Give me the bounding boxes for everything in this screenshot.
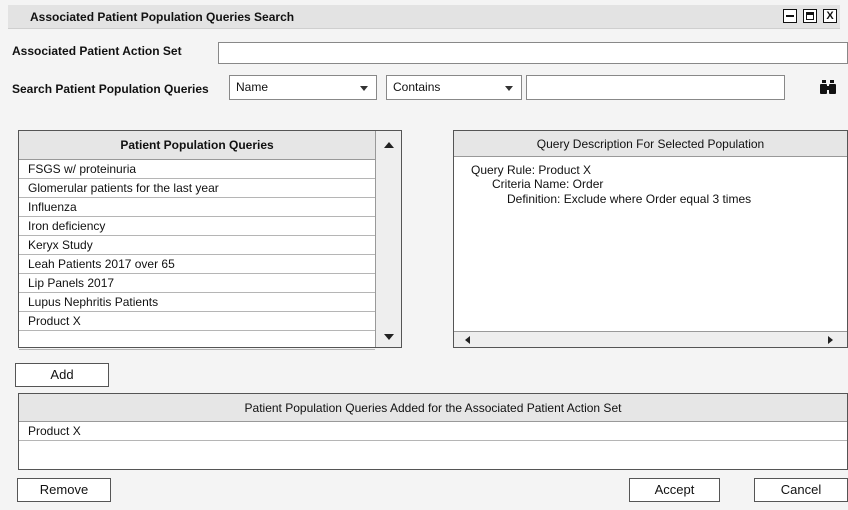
added-queries-list: Patient Population Queries Added for the…: [18, 393, 848, 470]
scroll-up-icon[interactable]: [384, 142, 394, 148]
remove-button[interactable]: Remove: [17, 478, 111, 502]
search-label: Search Patient Population Queries: [12, 82, 209, 96]
search-value-input[interactable]: [526, 75, 785, 100]
list-item[interactable]: Product X: [19, 312, 375, 331]
queries-scrollbar[interactable]: [375, 131, 401, 347]
close-button[interactable]: X: [823, 9, 837, 23]
description-hscrollbar[interactable]: [454, 331, 847, 347]
list-item[interactable]: Influenza: [19, 198, 375, 217]
chevron-down-icon: [360, 86, 368, 91]
scroll-left-icon[interactable]: [465, 336, 470, 344]
added-queries-header: Patient Population Queries Added for the…: [19, 394, 847, 422]
criteria-name-text: Criteria Name: Order: [492, 177, 604, 191]
cancel-button[interactable]: Cancel: [754, 478, 848, 502]
add-button[interactable]: Add: [15, 363, 109, 387]
list-item[interactable]: FSGS w/ proteinuria: [19, 160, 375, 179]
queries-list: Patient Population Queries FSGS w/ prote…: [18, 130, 402, 350]
action-set-label: Associated Patient Action Set: [12, 44, 182, 58]
list-item[interactable]: Glomerular patients for the last year: [19, 179, 375, 198]
query-description-panel: Query Description For Selected Populatio…: [453, 130, 848, 348]
search-operator-selected: Contains: [393, 80, 441, 94]
binoculars-icon[interactable]: [820, 80, 836, 94]
list-item[interactable]: Leah Patients 2017 over 65: [19, 255, 375, 274]
accept-button[interactable]: Accept: [629, 478, 720, 502]
maximize-icon[interactable]: [803, 9, 817, 23]
list-item[interactable]: Lupus Nephritis Patients: [19, 293, 375, 312]
search-field-selected: Name: [236, 80, 269, 94]
search-field-dropdown[interactable]: Name: [229, 75, 377, 100]
chevron-down-icon: [505, 86, 513, 91]
action-set-field[interactable]: [218, 42, 848, 64]
query-rule-text: Query Rule: Product X: [471, 163, 592, 177]
search-operator-dropdown[interactable]: Contains: [386, 75, 522, 100]
list-item[interactable]: Product X: [19, 422, 847, 441]
minimize-icon[interactable]: [783, 9, 797, 23]
definition-text: Definition: Exclude where Order equal 3 …: [507, 192, 752, 206]
list-item-empty[interactable]: [19, 331, 375, 350]
list-item[interactable]: Iron deficiency: [19, 217, 375, 236]
query-description-header: Query Description For Selected Populatio…: [454, 131, 847, 157]
window-title: Associated Patient Population Queries Se…: [30, 10, 295, 24]
scroll-down-icon[interactable]: [384, 334, 394, 340]
queries-list-header: Patient Population Queries: [19, 131, 375, 160]
list-item[interactable]: Keryx Study: [19, 236, 375, 255]
list-item[interactable]: Lip Panels 2017: [19, 274, 375, 293]
scroll-right-icon[interactable]: [828, 336, 833, 344]
